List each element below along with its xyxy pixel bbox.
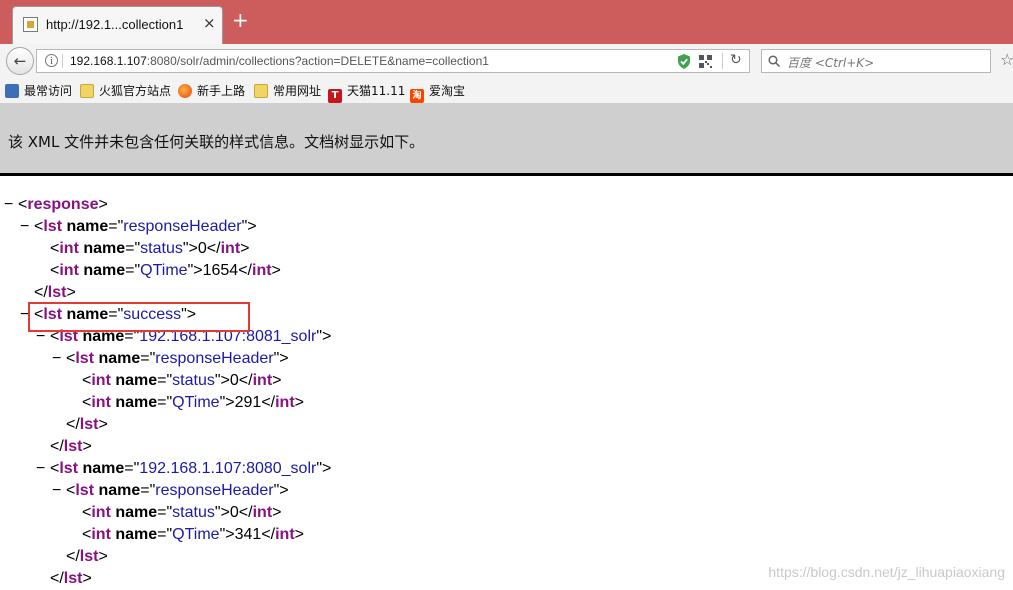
bookmark-firefox-site[interactable]: 火狐官方站点 xyxy=(80,82,171,100)
xml-line: <int name="QTime">341</int> xyxy=(82,526,304,543)
xml-line: </lst> xyxy=(66,548,108,565)
page-icon xyxy=(23,17,38,32)
url-bar[interactable]: i 192.168.1.107:8080/solr/admin/collecti… xyxy=(36,49,750,73)
xml-line: − <lst name="responseHeader"> xyxy=(52,480,289,502)
title-bar: http://192.1...collection1 × + xyxy=(0,0,1013,44)
navigation-toolbar: ← i 192.168.1.107:8080/solr/admin/collec… xyxy=(0,44,1013,78)
divider xyxy=(722,53,723,69)
xml-line: </lst> xyxy=(50,570,92,587)
new-tab-icon[interactable]: + xyxy=(232,10,249,30)
xml-line: <int name="QTime">1654</int> xyxy=(50,262,281,279)
divider xyxy=(62,54,63,68)
url-text[interactable]: 192.168.1.107:8080/solr/admin/collection… xyxy=(70,54,489,68)
collapse-toggle[interactable]: − xyxy=(36,458,50,480)
most-visited-icon xyxy=(5,84,19,98)
shield-icon[interactable] xyxy=(677,54,691,69)
tab-active[interactable]: http://192.1...collection1 × xyxy=(12,6,223,44)
bookmark-aitaobao[interactable]: 淘爱淘宝 xyxy=(410,82,465,103)
collapse-toggle[interactable]: − xyxy=(52,480,66,502)
qr-code-icon[interactable] xyxy=(699,55,712,68)
folder-icon xyxy=(80,84,94,98)
xml-info-banner: 该 XML 文件并未包含任何关联的样式信息。文档树显示如下。 xyxy=(0,104,1013,176)
url-path: :8080/solr/admin/collections?action=DELE… xyxy=(146,54,489,68)
folder-icon xyxy=(254,84,268,98)
tmall-icon: T xyxy=(328,89,342,103)
bookmark-most-visited[interactable]: 最常访问 xyxy=(5,82,72,100)
collapse-toggle[interactable]: − xyxy=(4,194,18,216)
bookmark-tmall[interactable]: T 天猫11.11 xyxy=(328,82,405,103)
search-icon xyxy=(768,55,780,67)
xml-line: <int name="status">0</int> xyxy=(82,372,282,389)
collapse-toggle[interactable]: − xyxy=(20,216,34,238)
info-icon[interactable]: i xyxy=(45,54,58,67)
xml-line: <int name="status">0</int> xyxy=(50,240,250,257)
xml-line: <int name="QTime">291</int> xyxy=(82,394,304,411)
xml-line: − <lst name="responseHeader"> xyxy=(52,348,289,370)
taobao-icon: 淘 xyxy=(410,89,424,103)
url-host: 192.168.1.107 xyxy=(70,54,147,68)
bookmark-common-sites[interactable]: 常用网址 xyxy=(254,82,321,100)
search-bar[interactable]: 百度 <Ctrl+K> xyxy=(761,49,991,73)
reload-icon[interactable]: ↻ xyxy=(730,52,742,68)
collapse-toggle[interactable]: − xyxy=(52,348,66,370)
back-button[interactable]: ← xyxy=(6,47,34,75)
bookmark-star-icon[interactable]: ☆ xyxy=(1000,50,1013,69)
back-arrow-icon: ← xyxy=(13,52,27,70)
xml-line: <int name="status">0</int> xyxy=(82,504,282,521)
xml-line: − <response> xyxy=(4,194,108,216)
watermark: https://blog.csdn.net/jz_lihuapiaoxiang xyxy=(768,564,1005,580)
bookmark-getting-started[interactable]: 新手上路 xyxy=(178,82,245,100)
banner-text: 该 XML 文件并未包含任何关联的样式信息。文档树显示如下。 xyxy=(8,133,425,151)
tab-title: http://192.1...collection1 xyxy=(46,17,184,32)
bookmarks-toolbar: 最常访问 火狐官方站点 新手上路 常用网址 T 天猫11.11 淘爱淘宝 xyxy=(0,78,1013,104)
firefox-icon xyxy=(178,84,192,98)
xml-line: </lst> xyxy=(66,416,108,433)
success-highlight-box xyxy=(28,302,250,332)
search-placeholder: 百度 <Ctrl+K> xyxy=(787,56,875,70)
close-tab-icon[interactable]: × xyxy=(203,15,216,31)
xml-line: − <lst name="192.168.1.107:8080_solr"> xyxy=(36,458,331,480)
xml-line: </lst> xyxy=(34,284,76,301)
xml-line: </lst> xyxy=(50,438,92,455)
xml-line: − <lst name="responseHeader"> xyxy=(20,216,257,238)
